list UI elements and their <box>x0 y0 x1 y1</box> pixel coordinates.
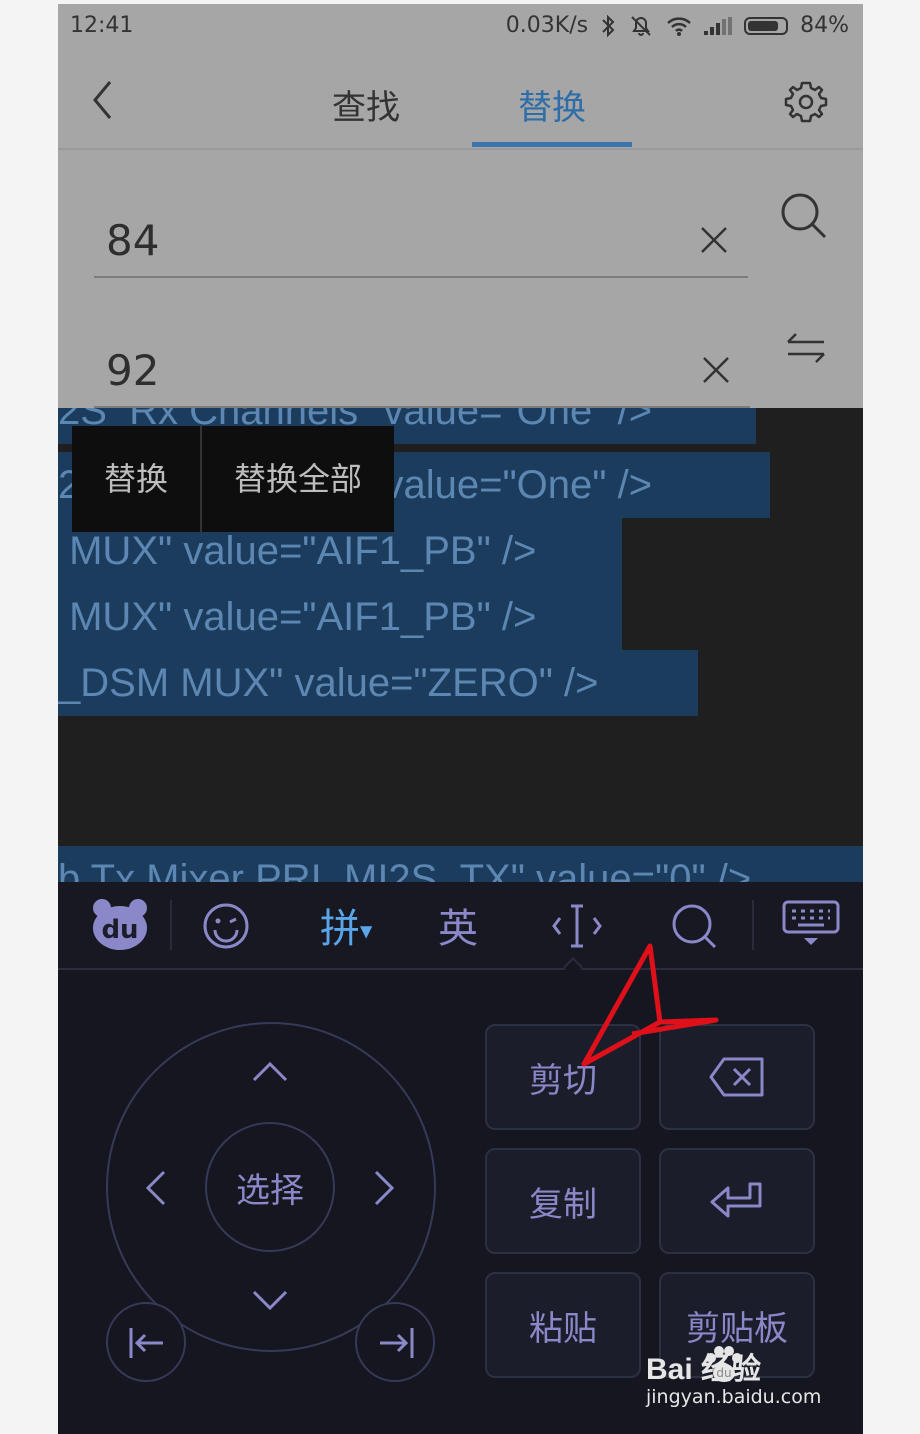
tab-find[interactable]: 查找 <box>332 80 400 129</box>
line-start-button[interactable] <box>106 1302 186 1382</box>
wifi-icon <box>667 16 691 36</box>
code-line: b Tx Mixer PRI_MI2S_TX" value="0" /> <box>58 846 863 882</box>
chevron-down-icon: ▼ <box>360 921 373 941</box>
network-speed: 0.03K/s <box>505 13 589 38</box>
baidu-watermark: Bai 经验 du jingyan.baidu.com <box>646 1344 821 1408</box>
line-end-icon <box>380 1328 414 1358</box>
toolbar-divider <box>752 900 754 950</box>
line-start-icon <box>129 1328 163 1358</box>
enter-icon <box>710 1182 762 1218</box>
header-bar: 查找 替换 <box>58 52 863 148</box>
paste-button[interactable]: 粘贴 <box>485 1272 641 1378</box>
svg-text:du: du <box>101 915 138 945</box>
mute-bell-icon <box>631 15 651 36</box>
replace-field[interactable]: 92 <box>94 310 750 408</box>
clear-find-icon[interactable] <box>700 226 728 254</box>
enter-button[interactable] <box>659 1148 815 1254</box>
english-mode[interactable]: 英 <box>438 896 478 954</box>
copy-button[interactable]: 复制 <box>485 1148 641 1254</box>
watermark-url: jingyan.baidu.com <box>646 1386 822 1408</box>
keyboard-hide-icon[interactable] <box>782 900 840 948</box>
emoji-icon[interactable] <box>202 902 250 950</box>
annotation-arrow <box>581 943 719 1067</box>
pinyin-label: 拼 <box>320 906 360 952</box>
replace-value: 92 <box>106 346 160 395</box>
status-bar: 12:41 0.03K/s 84% <box>58 4 863 52</box>
code-line: _DSM MUX" value="ZERO" /> <box>58 650 698 716</box>
clear-replace-icon[interactable] <box>702 356 730 384</box>
swap-icon[interactable] <box>786 330 826 366</box>
signal-icon <box>704 16 733 35</box>
pinyin-mode[interactable]: 拼▼ <box>320 896 372 954</box>
find-value: 84 <box>106 216 160 265</box>
replace-popup: 替换 替换全部 <box>72 426 395 532</box>
search-replace-panel: 84 92 <box>58 150 863 408</box>
arrow-right-icon[interactable] <box>372 1170 396 1206</box>
back-icon[interactable] <box>90 78 116 122</box>
replace-all-button[interactable]: 替换全部 <box>202 426 394 532</box>
arrow-down-icon[interactable] <box>252 1288 288 1312</box>
arrow-left-icon[interactable] <box>144 1170 168 1206</box>
bluetooth-icon <box>602 14 615 37</box>
arrow-up-icon[interactable] <box>252 1060 288 1084</box>
find-field[interactable]: 84 <box>94 180 748 278</box>
replace-button[interactable]: 替换 <box>72 426 200 532</box>
battery-icon <box>744 16 789 35</box>
phone-screen: 12:41 0.03K/s 84% 查找 替换 84 92 2S_Rx Chan… <box>58 4 863 1434</box>
du-logo-icon[interactable]: du <box>90 896 150 952</box>
code-line: MUX" value="AIF1_PB" /> <box>58 584 622 650</box>
search-icon[interactable] <box>780 192 828 240</box>
active-tab-indicator <box>472 142 632 147</box>
battery-percent: 84% <box>800 13 849 38</box>
keyboard-toolbar: du 拼▼ 英 <box>58 882 863 970</box>
status-time: 12:41 <box>70 13 134 38</box>
code-editor[interactable]: 2S_Rx Channels" value="One" /> 2S_Rx Cha… <box>58 408 863 882</box>
tab-replace[interactable]: 替换 <box>518 80 586 129</box>
paw-icon: du <box>706 1346 742 1382</box>
svg-text:du: du <box>716 1366 731 1380</box>
toolbar-divider <box>170 900 172 950</box>
gear-icon[interactable] <box>784 80 828 124</box>
select-button[interactable]: 选择 <box>205 1122 335 1252</box>
line-end-button[interactable] <box>355 1302 435 1382</box>
